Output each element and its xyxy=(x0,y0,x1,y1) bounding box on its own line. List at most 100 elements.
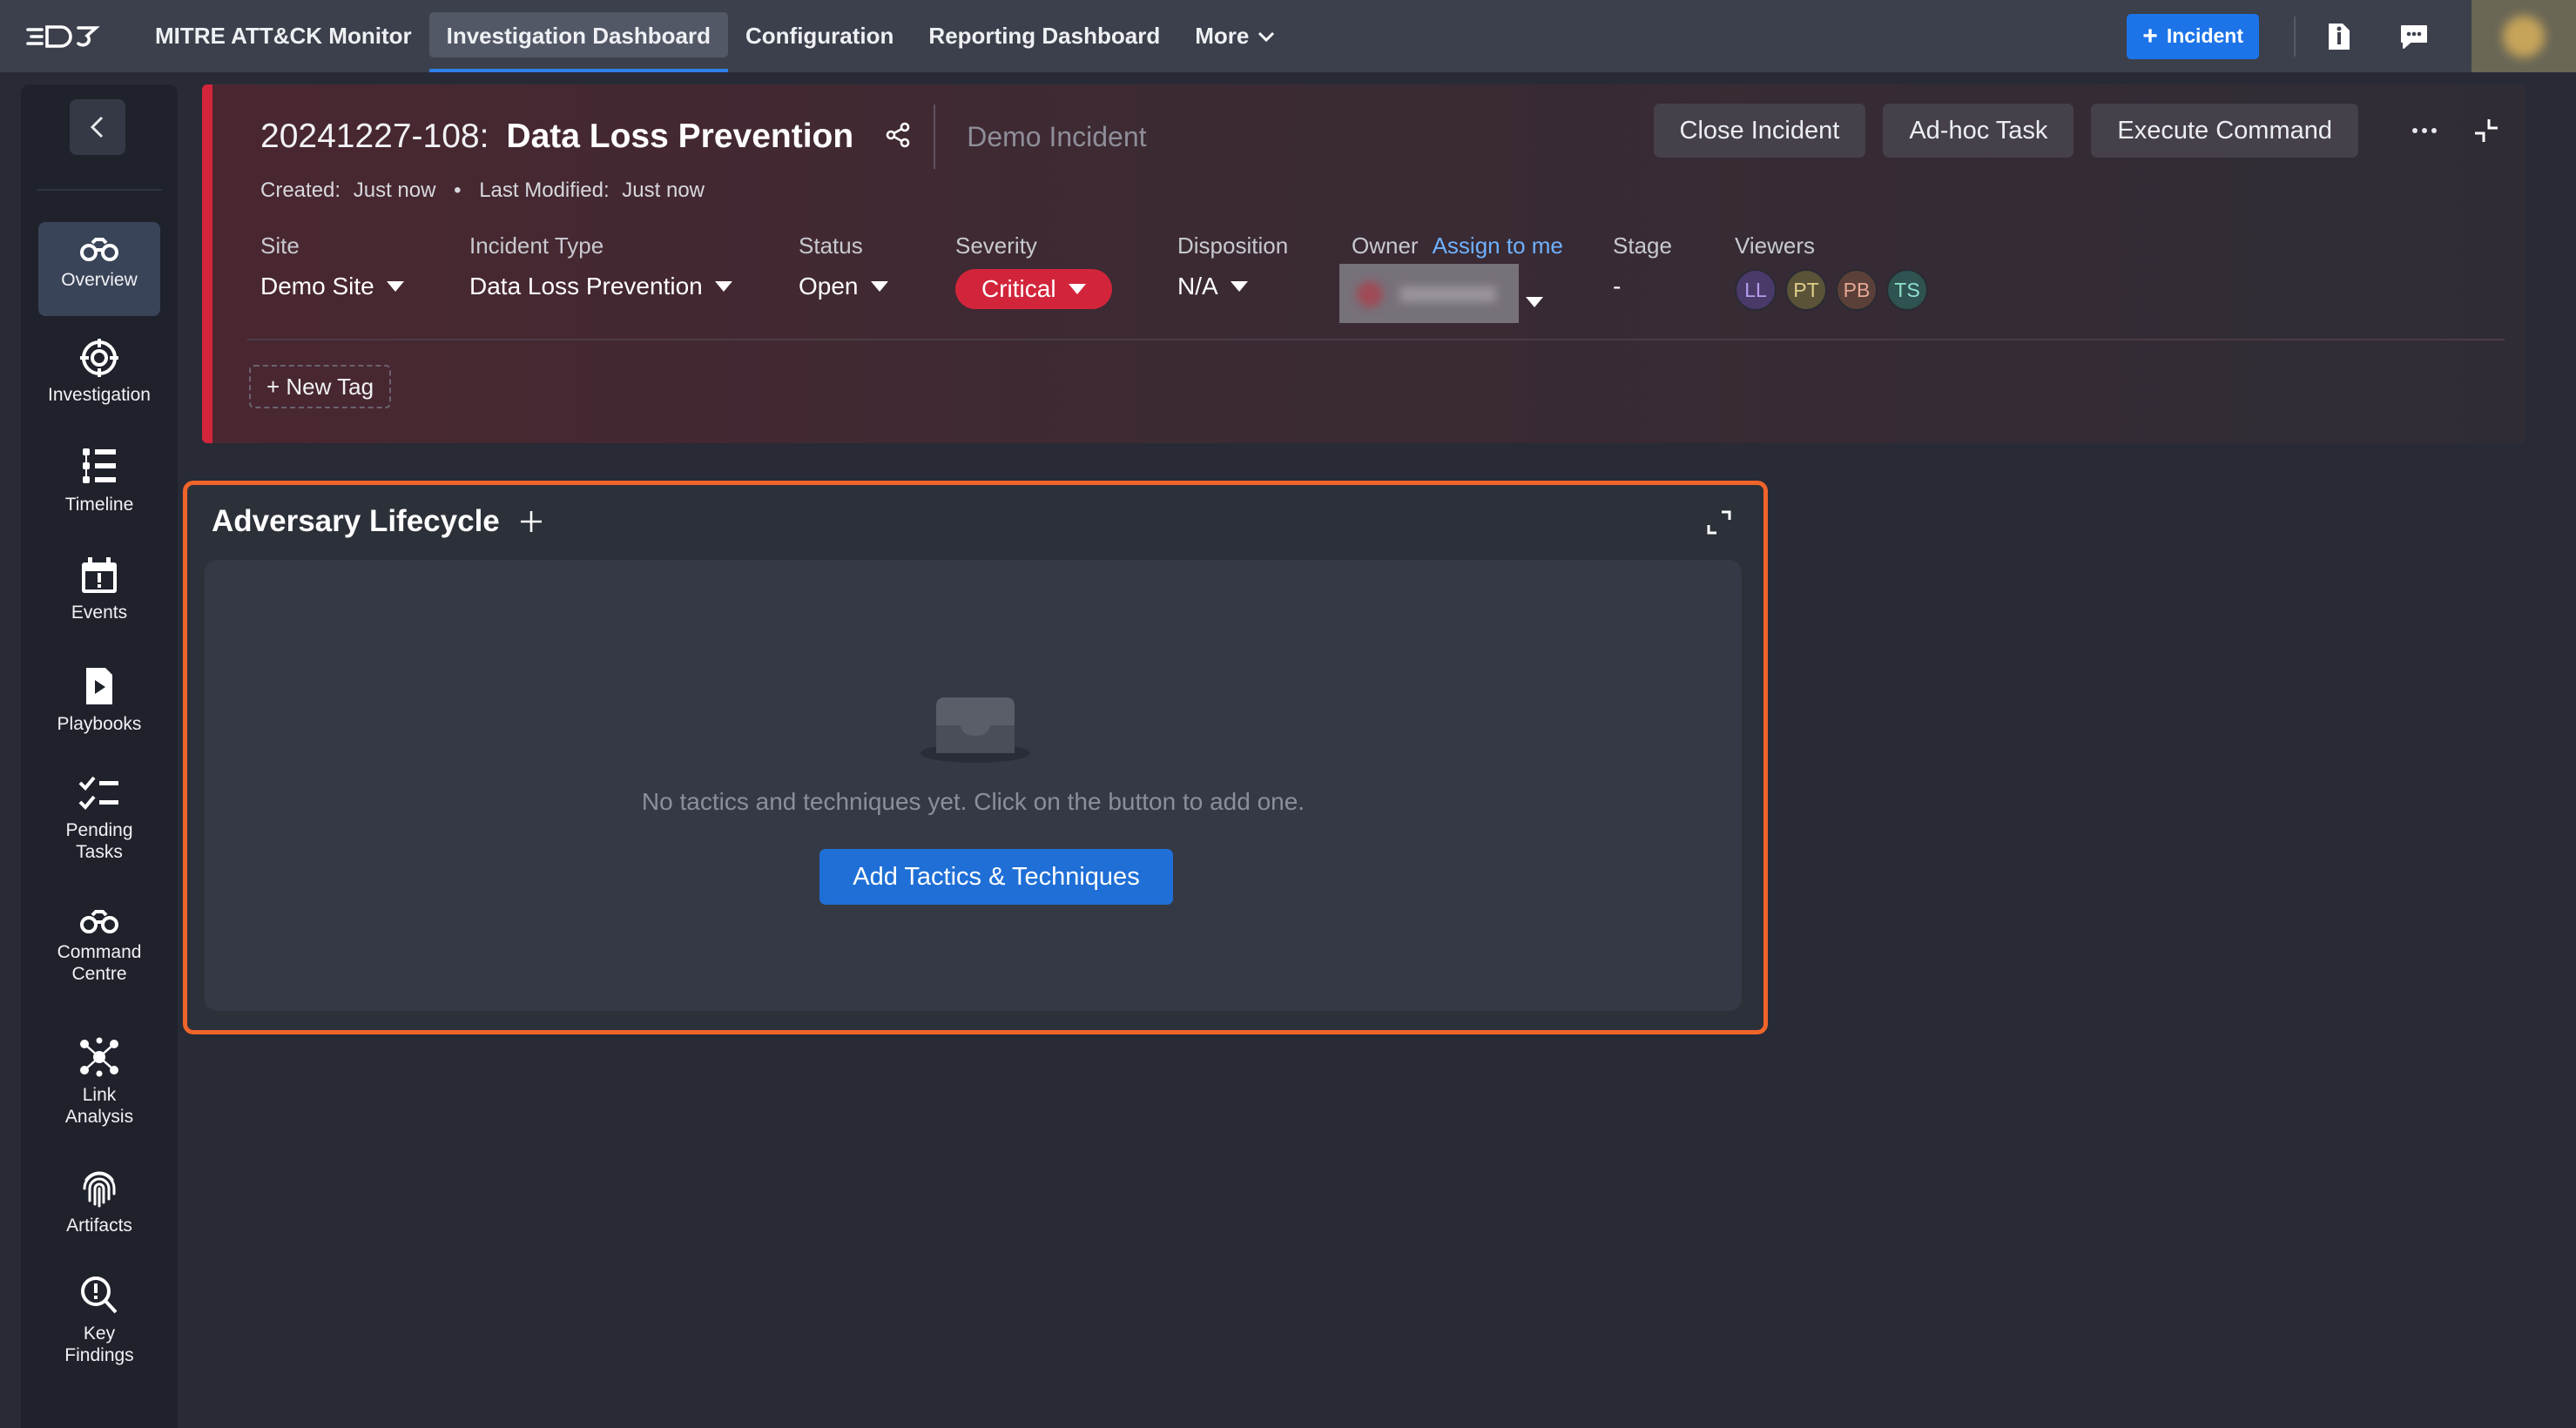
viewers-list: LL PT PB TS xyxy=(1735,269,1928,314)
tab-investigation-dashboard[interactable]: Investigation Dashboard xyxy=(428,0,728,72)
chat-icon[interactable] xyxy=(2397,19,2431,54)
incident-type-dropdown[interactable]: Data Loss Prevention xyxy=(469,273,732,300)
modified-value: Just now xyxy=(622,178,705,202)
plus-icon: + xyxy=(2142,21,2158,51)
field-disposition: Disposition N/A xyxy=(1177,232,1289,300)
widget-header: Adversary Lifecycle xyxy=(212,504,543,539)
chevron-left-icon xyxy=(90,116,104,138)
expand-icon[interactable] xyxy=(1706,509,1732,540)
target-icon xyxy=(80,339,118,377)
sidebar-item-command-centre[interactable]: Command Centre xyxy=(38,908,160,985)
divider xyxy=(2294,16,2296,57)
field-label: Stage xyxy=(1613,232,1672,259)
stage-value[interactable]: - xyxy=(1613,273,1621,300)
sidebar-item-label: Link Analysis xyxy=(64,1085,134,1127)
viewer-avatar[interactable]: PB xyxy=(1836,269,1878,311)
tab-label: Reporting Dashboard xyxy=(928,23,1161,49)
sidebar-item-artifacts[interactable]: Artifacts xyxy=(38,1168,160,1236)
tab-label: More xyxy=(1195,23,1250,49)
sidebar-item-events[interactable]: Events xyxy=(38,556,160,623)
field-label: Severity xyxy=(955,232,1037,259)
field-owner: Owner Assign to me xyxy=(1339,232,1563,323)
info-document-icon[interactable] xyxy=(2322,19,2357,54)
field-severity: Severity Critical xyxy=(955,232,1112,309)
sidebar-item-timeline[interactable]: Timeline xyxy=(38,447,160,515)
share-icon[interactable] xyxy=(885,122,911,152)
field-value: Demo Site xyxy=(260,273,374,300)
more-options-icon[interactable] xyxy=(2402,108,2447,153)
field-label: Owner Assign to me xyxy=(1352,232,1563,259)
sidebar-item-investigation[interactable]: Investigation xyxy=(38,339,160,406)
tab-configuration[interactable]: Configuration xyxy=(728,0,911,72)
incident-actions: Close Incident Ad-hoc Task Execute Comma… xyxy=(1653,104,2508,158)
owner-label: Owner xyxy=(1352,232,1419,259)
field-label: Disposition xyxy=(1177,232,1289,259)
divider xyxy=(247,339,2505,340)
new-tag-button[interactable]: + New Tag xyxy=(249,365,392,408)
collapse-icon[interactable] xyxy=(2465,109,2508,152)
d3-logo[interactable] xyxy=(26,19,101,54)
incident-type-label: Demo Incident xyxy=(967,120,1147,152)
sidebar-item-playbooks[interactable]: Playbooks xyxy=(38,666,160,735)
severity-dropdown[interactable]: Critical xyxy=(955,269,1112,313)
disposition-dropdown[interactable]: N/A xyxy=(1177,273,1248,300)
empty-state-message: No tactics and techniques yet. Click on … xyxy=(641,788,1305,815)
add-tactics-techniques-button[interactable]: Add Tactics & Techniques xyxy=(819,849,1173,905)
caret-down-icon xyxy=(1068,284,1086,294)
topbar-actions: + Incident xyxy=(2127,0,2576,72)
created-label: Created: xyxy=(260,178,341,202)
created-value: Just now xyxy=(353,178,436,202)
separator-dot: • xyxy=(454,178,462,202)
severity-badge: Critical xyxy=(955,269,1112,309)
divider xyxy=(37,189,162,191)
site-dropdown[interactable]: Demo Site xyxy=(260,273,404,300)
tab-more[interactable]: More xyxy=(1177,0,1292,72)
field-value: Critical xyxy=(981,275,1056,302)
owner-avatar xyxy=(1357,281,1383,307)
binoculars-icon xyxy=(80,238,118,261)
sidebar-item-label: Artifacts xyxy=(66,1216,132,1236)
sidebar-item-label: Pending Tasks xyxy=(65,820,133,862)
sidebar-item-label: Playbooks xyxy=(57,714,142,734)
owner-dropdown[interactable] xyxy=(1339,264,1543,332)
sidebar-item-link-analysis[interactable]: Link Analysis xyxy=(38,1037,160,1128)
field-value: Open xyxy=(799,273,859,300)
field-label: Status xyxy=(799,232,863,259)
tab-reporting-dashboard[interactable]: Reporting Dashboard xyxy=(911,0,1177,72)
divider xyxy=(934,104,936,169)
adhoc-task-button[interactable]: Ad-hoc Task xyxy=(1883,104,2074,158)
status-dropdown[interactable]: Open xyxy=(799,273,888,300)
tab-label: Configuration xyxy=(745,23,894,49)
tab-mitre-attack-monitor[interactable]: MITRE ATT&CK Monitor xyxy=(138,0,429,72)
sidebar-item-label: Timeline xyxy=(64,495,134,515)
add-icon[interactable] xyxy=(519,509,543,534)
field-status: Status Open xyxy=(799,232,888,300)
execute-command-button[interactable]: Execute Command xyxy=(2091,104,2358,158)
sidebar-item-label: Overview xyxy=(61,270,138,290)
close-incident-button[interactable]: Close Incident xyxy=(1653,104,1866,158)
caret-down-icon xyxy=(1230,281,1248,292)
sidebar-item-overview[interactable]: Overview xyxy=(38,222,160,316)
viewer-avatar[interactable]: PT xyxy=(1785,269,1827,311)
sidebar-item-key-findings[interactable]: Key Findings xyxy=(38,1276,160,1366)
field-label: Incident Type xyxy=(469,232,604,259)
sidebar-item-label: Events xyxy=(71,603,128,623)
sidebar-item-label: Command Centre xyxy=(57,942,142,984)
incident-timestamps: Created: Just now • Last Modified: Just … xyxy=(260,178,705,203)
viewer-avatar[interactable]: LL xyxy=(1735,269,1777,311)
magnifier-alert-icon xyxy=(81,1276,118,1314)
incident-header-card: 20241227-108: Data Loss Prevention Demo … xyxy=(202,84,2525,443)
adversary-lifecycle-widget: Adversary Lifecycle No tactics and techn… xyxy=(183,481,1768,1034)
field-value: - xyxy=(1613,273,1622,300)
nav-tabs: MITRE ATT&CK Monitor Investigation Dashb… xyxy=(138,0,1292,72)
field-stage: Stage - xyxy=(1613,232,1672,300)
new-incident-button[interactable]: + Incident xyxy=(2127,13,2259,59)
binoculars-icon xyxy=(80,910,118,933)
collapse-sidebar-button[interactable] xyxy=(70,99,125,155)
sidebar-item-pending-tasks[interactable]: Pending Tasks xyxy=(38,774,160,863)
user-avatar[interactable] xyxy=(2471,0,2576,72)
assign-to-me-link[interactable]: Assign to me xyxy=(1433,232,1563,259)
caret-down-icon xyxy=(1526,297,1543,307)
viewer-avatar[interactable]: TS xyxy=(1886,269,1928,311)
playbook-icon xyxy=(86,668,112,704)
